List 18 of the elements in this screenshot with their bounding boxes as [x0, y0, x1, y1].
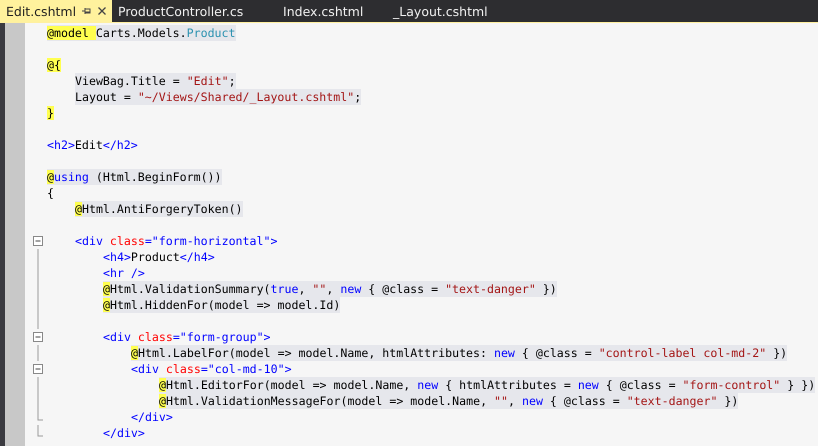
code-line: <h2>Edit</h2>	[47, 137, 138, 153]
file-tab[interactable]: _Layout.cshtml	[387, 0, 498, 22]
close-icon[interactable]	[98, 7, 106, 15]
code-line: <hr />	[103, 265, 145, 281]
code-line: <div class="form-group">	[103, 329, 271, 345]
file-tab[interactable]: Index.cshtml	[277, 0, 388, 22]
code-line: <h4>Product</h4>	[103, 249, 215, 265]
code-line: </div>	[103, 425, 145, 441]
code-line: {	[47, 185, 54, 201]
code-line: <div class="col-md-10">	[131, 361, 292, 377]
collapse-icon[interactable]	[33, 361, 43, 377]
collapse-icon[interactable]	[33, 233, 43, 249]
pin-icon[interactable]	[82, 7, 92, 15]
file-tab[interactable]: ProductController.cs	[112, 0, 278, 22]
file-tab[interactable]: Edit.cshtml	[0, 0, 112, 22]
code-line: </div>	[131, 409, 173, 425]
collapse-icon[interactable]	[33, 329, 43, 345]
code-line: <div class="form-horizontal">	[75, 233, 278, 249]
